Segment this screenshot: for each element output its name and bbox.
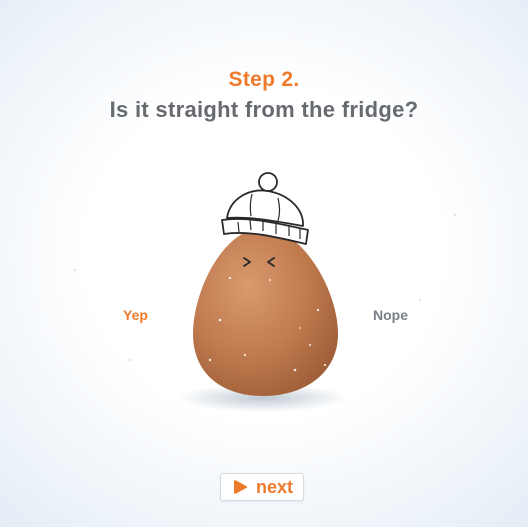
- beanie-hat-icon: [221, 172, 309, 245]
- step-title: Step 2.: [228, 68, 300, 91]
- next-button[interactable]: next: [220, 473, 304, 501]
- option-yes[interactable]: Yep: [123, 307, 148, 323]
- option-no[interactable]: Nope: [373, 307, 408, 323]
- egg-illustration: [150, 160, 380, 420]
- play-icon: [233, 480, 248, 494]
- step-header: Step 2. Is it straight from the fridge?: [0, 66, 528, 124]
- question-text: Is it straight from the fridge?: [109, 97, 419, 122]
- next-label: next: [255, 477, 293, 497]
- egg-icon: [177, 172, 349, 412]
